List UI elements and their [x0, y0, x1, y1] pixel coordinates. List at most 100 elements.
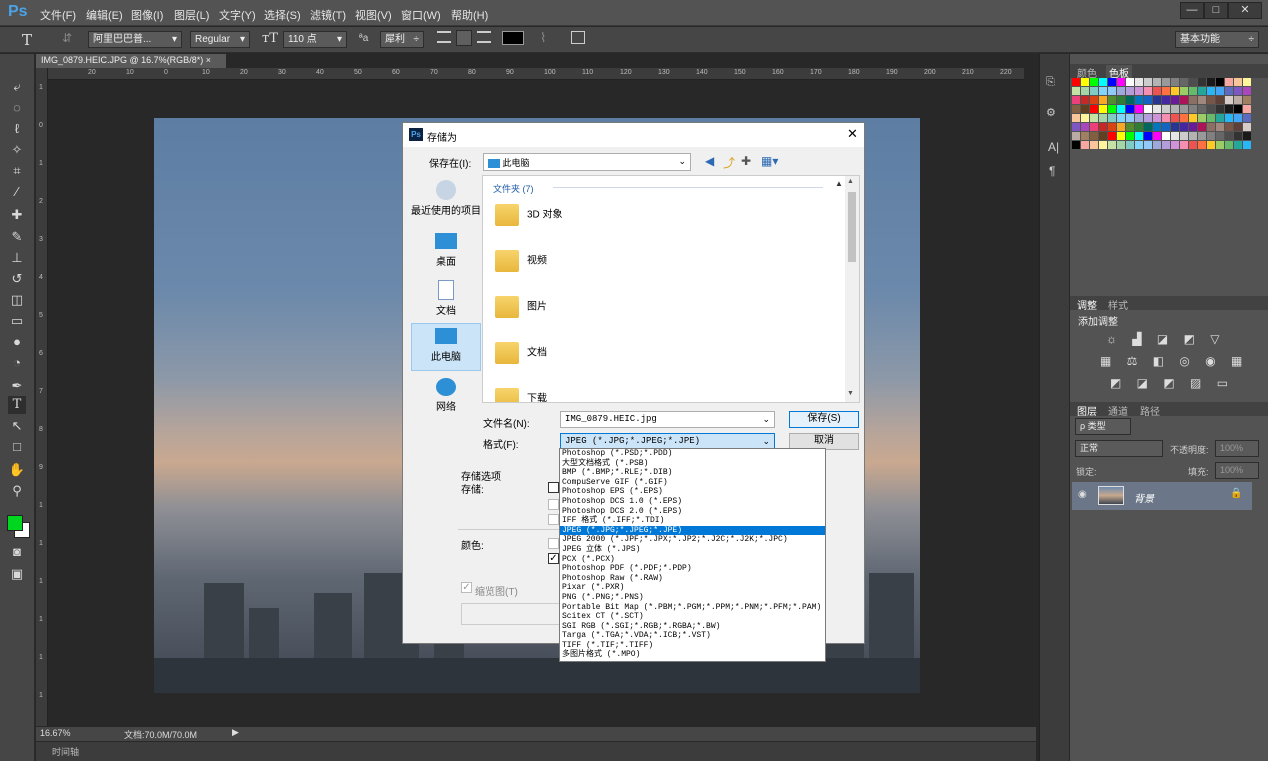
format-option[interactable]: Photoshop DCS 2.0 (*.EPS) [560, 507, 825, 517]
color-swatch[interactable] [1135, 132, 1143, 140]
color-swatch[interactable] [1171, 87, 1179, 95]
color-swatch[interactable] [1108, 132, 1116, 140]
format-option[interactable]: Pixar (*.PXR) [560, 583, 825, 593]
align-right-icon[interactable] [477, 31, 491, 43]
color-swatch[interactable] [1153, 123, 1161, 131]
color-swatch[interactable] [1135, 78, 1143, 86]
format-dropdown-list[interactable]: Photoshop (*.PSD;*.PDD) 大型文档格式 (*.PSB) BMP… [559, 448, 826, 662]
color-swatch[interactable] [1108, 114, 1116, 122]
paragraph-panel-icon[interactable]: ¶ [1049, 164, 1055, 178]
color-swatch[interactable] [1090, 78, 1098, 86]
icc-profile-checkbox[interactable]: ✓ [548, 553, 559, 564]
color-swatch[interactable] [1225, 141, 1233, 149]
color-swatch[interactable] [1162, 96, 1170, 104]
tab-layers[interactable]: 图层 [1077, 403, 1097, 418]
save-in-select[interactable]: 此电脑 ⌄ [483, 153, 691, 171]
color-swatch[interactable] [1108, 96, 1116, 104]
screen-mode-icon[interactable]: ▣ [8, 565, 26, 583]
menu-edit[interactable]: 编辑(E) [86, 7, 123, 23]
color-option-checkbox[interactable] [548, 538, 559, 549]
color-swatch[interactable] [1207, 96, 1215, 104]
color-swatch[interactable] [1144, 114, 1152, 122]
color-swatch[interactable] [1162, 132, 1170, 140]
save-option-checkbox[interactable] [548, 482, 559, 493]
color-swatch[interactable] [1153, 114, 1161, 122]
font-style-select[interactable]: Regular ▾ [190, 31, 250, 48]
color-swatch[interactable] [1135, 96, 1143, 104]
color-swatch[interactable] [1189, 96, 1197, 104]
color-swatch[interactable] [1216, 132, 1224, 140]
filename-input[interactable]: IMG_0879.HEIC.jpg ⌄ [560, 411, 775, 428]
maximize-button[interactable]: □ [1204, 2, 1228, 19]
color-swatch[interactable] [1072, 114, 1080, 122]
color-swatch[interactable] [1108, 87, 1116, 95]
color-swatch[interactable] [1198, 105, 1206, 113]
adjustment-icons-row-1[interactable]: ☼ ▟ ◪ ◩ ▽ [1106, 332, 1225, 346]
character-panel-icon[interactable] [571, 31, 585, 44]
color-swatch[interactable] [1216, 78, 1224, 86]
marquee-tool-icon[interactable]: ◌ [8, 99, 26, 117]
color-swatch[interactable] [1090, 141, 1098, 149]
align-center-icon[interactable] [456, 30, 472, 46]
menu-image[interactable]: 图像(I) [131, 7, 163, 23]
color-swatch[interactable] [1126, 78, 1134, 86]
color-swatch[interactable] [1090, 123, 1098, 131]
color-swatch[interactable] [1162, 141, 1170, 149]
tab-styles[interactable]: 样式 [1108, 297, 1128, 312]
format-option[interactable]: CompuServe GIF (*.GIF) [560, 478, 825, 488]
layer-name[interactable]: 背景 [1134, 490, 1154, 505]
color-swatch[interactable] [1144, 132, 1152, 140]
scroll-down-icon[interactable]: ▼ [847, 390, 854, 397]
history-panel-icon[interactable]: ⎘ [1046, 76, 1055, 89]
path-selection-icon[interactable]: ↖ [8, 417, 26, 435]
color-swatch[interactable] [1180, 78, 1188, 86]
color-swatch[interactable] [1225, 114, 1233, 122]
lasso-tool-icon[interactable]: ℓ [8, 120, 26, 138]
color-swatch[interactable] [1234, 114, 1242, 122]
move-tool-icon[interactable]: ⤶ [8, 78, 26, 96]
folder-item[interactable]: 3D 对象 [495, 204, 695, 240]
menu-filter[interactable]: 滤镜(T) [310, 7, 346, 23]
color-swatch[interactable] [1180, 96, 1188, 104]
crop-tool-icon[interactable]: ⌗ [8, 162, 26, 180]
color-swatch[interactable] [1216, 87, 1224, 95]
zoom-level[interactable]: 16.67% [40, 728, 71, 738]
color-swatch[interactable] [1189, 123, 1197, 131]
color-swatch[interactable] [1171, 105, 1179, 113]
menu-window[interactable]: 窗口(W) [401, 7, 441, 23]
color-swatch[interactable] [1117, 105, 1125, 113]
history-brush-icon[interactable]: ↺ [8, 270, 26, 288]
format-select[interactable]: JPEG (*.JPG;*.JPEG;*.JPE) ⌄ [560, 433, 775, 449]
color-swatch[interactable] [1072, 78, 1080, 86]
color-swatch[interactable] [1171, 141, 1179, 149]
color-swatch[interactable] [1144, 78, 1152, 86]
blend-mode-select[interactable]: 正常 [1075, 440, 1163, 457]
color-swatch[interactable] [1090, 87, 1098, 95]
save-button[interactable]: 保存(S) [789, 411, 859, 428]
color-swatch[interactable] [1171, 78, 1179, 86]
color-swatch[interactable] [1216, 141, 1224, 149]
visibility-eye-icon[interactable]: ◉ [1078, 489, 1087, 500]
healing-brush-icon[interactable]: ✚ [8, 206, 26, 224]
format-option[interactable]: Photoshop PDF (*.PDF;*.PDP) [560, 564, 825, 574]
format-option[interactable]: Photoshop DCS 1.0 (*.EPS) [560, 497, 825, 507]
color-swatch[interactable] [1081, 114, 1089, 122]
color-swatch[interactable] [1117, 96, 1125, 104]
character-panel-icon[interactable]: A| [1048, 140, 1059, 154]
color-swatch[interactable] [1189, 87, 1197, 95]
view-menu-icon[interactable]: ▦▾ [761, 154, 778, 168]
format-option[interactable]: Portable Bit Map (*.PBM;*.PGM;*.PPM;*.PN… [560, 603, 825, 613]
opacity-input[interactable]: 100% [1215, 440, 1259, 457]
color-swatch[interactable] [1126, 132, 1134, 140]
tab-adjustments[interactable]: 调整 [1077, 297, 1097, 312]
color-swatch[interactable] [1135, 114, 1143, 122]
color-swatch[interactable] [1108, 123, 1116, 131]
color-swatch[interactable] [1216, 114, 1224, 122]
color-swatch[interactable] [1135, 141, 1143, 149]
place-documents[interactable]: 文档 [411, 278, 481, 326]
color-swatch[interactable] [1198, 96, 1206, 104]
quick-mask-icon[interactable]: ◙ [8, 543, 26, 561]
color-swatch[interactable] [1081, 78, 1089, 86]
place-desktop[interactable]: 桌面 [411, 229, 481, 277]
color-swatch[interactable] [1171, 123, 1179, 131]
